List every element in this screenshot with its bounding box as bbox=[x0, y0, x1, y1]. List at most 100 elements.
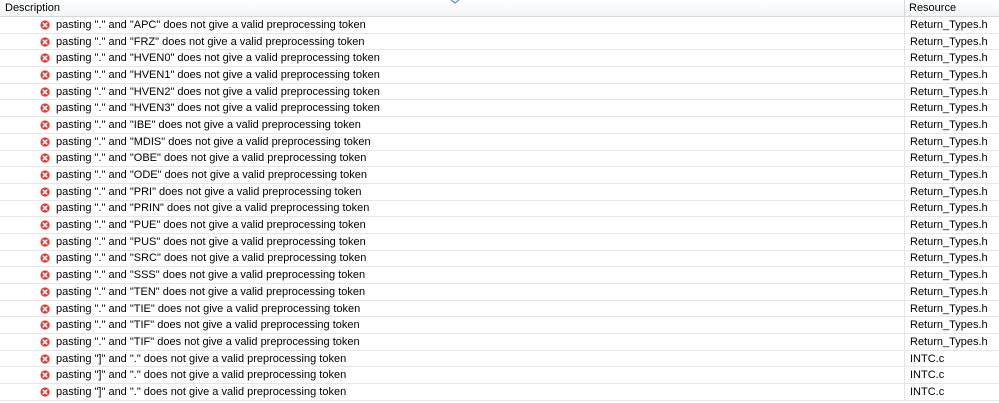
error-icon bbox=[40, 203, 50, 214]
resource-cell: Return_Types.h bbox=[910, 285, 988, 298]
problem-description: pasting "." and "ODE" does not give a va… bbox=[56, 169, 367, 182]
problem-description: pasting "." and "PRI" does not give a va… bbox=[56, 185, 362, 198]
error-icon bbox=[40, 153, 50, 163]
resource-cell: Return_Types.h bbox=[910, 185, 988, 198]
description-cell: pasting "." and "PUE" does not give a va… bbox=[0, 217, 905, 233]
sort-indicator-icon bbox=[450, 0, 460, 4]
table-row[interactable]: pasting "." and "SRC" does not give a va… bbox=[0, 250, 999, 268]
resource-cell: Return_Types.h bbox=[910, 219, 988, 232]
resource-cell: Return_Types.h bbox=[910, 252, 988, 265]
description-cell: pasting "." and "MDIS" does not give a v… bbox=[0, 133, 905, 150]
resource-cell: Return_Types.h bbox=[910, 169, 988, 182]
description-cell: pasting "." and "TEN" does not give a va… bbox=[0, 284, 905, 300]
resource-cell: Return_Types.h bbox=[910, 335, 988, 348]
description-cell: pasting "." and "OBE" does not give a va… bbox=[0, 150, 905, 167]
error-icon bbox=[40, 370, 50, 380]
error-icon bbox=[40, 36, 50, 47]
description-cell: pasting "." and "PUS" does not give a va… bbox=[0, 233, 905, 250]
problem-description: pasting "." and "PRIN" does not give a v… bbox=[56, 202, 370, 215]
problem-description: pasting "." and "FRZ" does not give a va… bbox=[56, 35, 365, 48]
table-row[interactable]: pasting "." and "HVEN1" does not give a … bbox=[0, 67, 999, 84]
description-cell: pasting "." and "TIE" does not give a va… bbox=[0, 300, 905, 317]
problem-description: pasting "." and "TEN" does not give a va… bbox=[56, 285, 366, 298]
table-row[interactable]: pasting "." and "PRI" does not give a va… bbox=[0, 183, 999, 201]
description-cell: pasting "." and "HVEN3" does not give a … bbox=[0, 100, 905, 117]
resource-cell: Return_Types.h bbox=[910, 102, 988, 115]
table-row[interactable]: pasting "." and "FRZ" does not give a va… bbox=[0, 33, 999, 51]
description-cell: pasting "]" and "." does not give a vali… bbox=[0, 367, 905, 384]
description-cell: pasting "]" and "." does not give a vali… bbox=[0, 350, 905, 367]
table-row[interactable]: pasting "." and "TEN" does not give a va… bbox=[0, 284, 999, 301]
resource-cell: Return_Types.h bbox=[910, 319, 988, 332]
error-icon bbox=[40, 137, 50, 147]
description-cell: pasting "." and "APC" does not give a va… bbox=[0, 17, 905, 33]
error-icon bbox=[40, 337, 50, 347]
problem-description: pasting "." and "SSS" does not give a va… bbox=[56, 269, 366, 282]
description-cell: pasting "]" and "." does not give a vali… bbox=[0, 384, 905, 400]
resource-cell: Return_Types.h bbox=[910, 269, 988, 282]
table-row[interactable]: pasting "." and "SSS" does not give a va… bbox=[0, 267, 999, 284]
resource-cell: Return_Types.h bbox=[910, 118, 988, 131]
description-cell: pasting "." and "HVEN1" does not give a … bbox=[0, 67, 905, 83]
problem-description: pasting "." and "OBE" does not give a va… bbox=[56, 152, 367, 165]
problem-description: pasting "." and "HVEN0" does not give a … bbox=[56, 52, 380, 65]
resource-cell: Return_Types.h bbox=[910, 152, 988, 165]
error-icon bbox=[40, 170, 50, 180]
description-cell: pasting "." and "SSS" does not give a va… bbox=[0, 267, 905, 283]
error-icon bbox=[40, 320, 50, 330]
description-cell: pasting "." and "ODE" does not give a va… bbox=[0, 167, 905, 183]
problems-table: Description Resource pasting "." and "AP… bbox=[0, 0, 999, 403]
table-header: Description Resource bbox=[0, 0, 999, 17]
description-cell: pasting "." and "TIF" does not give a va… bbox=[0, 334, 905, 350]
error-icon bbox=[40, 353, 50, 364]
table-row[interactable]: pasting "." and "TIE" does not give a va… bbox=[0, 300, 999, 318]
error-icon bbox=[40, 387, 50, 397]
table-row[interactable]: pasting "]" and "." does not give a vali… bbox=[0, 367, 999, 385]
table-row[interactable]: pasting "]" and "." does not give a vali… bbox=[0, 384, 999, 401]
problem-description: pasting "." and "APC" does not give a va… bbox=[56, 18, 366, 31]
description-cell: pasting "." and "PRIN" does not give a v… bbox=[0, 200, 905, 217]
table-row[interactable]: pasting "." and "PUS" does not give a va… bbox=[0, 233, 999, 251]
resource-cell: INTC.c bbox=[910, 385, 945, 398]
error-icon bbox=[40, 120, 50, 130]
error-icon bbox=[40, 303, 50, 314]
problem-description: pasting "]" and "." does not give a vali… bbox=[56, 352, 347, 365]
column-header-resource[interactable]: Resource bbox=[905, 0, 999, 16]
error-icon bbox=[40, 237, 50, 247]
resource-cell: Return_Types.h bbox=[910, 302, 988, 315]
problem-description: pasting "." and "TIE" does not give a va… bbox=[56, 302, 361, 315]
table-row[interactable]: pasting "]" and "." does not give a vali… bbox=[0, 350, 999, 368]
table-row[interactable]: pasting "." and "HVEN0" does not give a … bbox=[0, 50, 999, 68]
problem-description: pasting "." and "TIF" does not give a va… bbox=[56, 335, 360, 348]
error-icon bbox=[40, 86, 50, 97]
description-cell: pasting "." and "HVEN0" does not give a … bbox=[0, 50, 905, 67]
resource-cell: Return_Types.h bbox=[910, 202, 988, 215]
table-row[interactable]: pasting "." and "ODE" does not give a va… bbox=[0, 167, 999, 184]
description-cell: pasting "." and "TIF" does not give a va… bbox=[0, 317, 905, 334]
resource-cell: Return_Types.h bbox=[910, 18, 988, 31]
table-row[interactable]: pasting "." and "TIF" does not give a va… bbox=[0, 317, 999, 335]
error-icon bbox=[40, 70, 50, 80]
table-row[interactable]: pasting "." and "PUE" does not give a va… bbox=[0, 217, 999, 234]
problem-description: pasting "." and "HVEN2" does not give a … bbox=[56, 85, 380, 98]
description-cell: pasting "." and "FRZ" does not give a va… bbox=[0, 33, 905, 50]
table-row[interactable]: pasting "." and "OBE" does not give a va… bbox=[0, 150, 999, 168]
table-row[interactable]: pasting "." and "IBE" does not give a va… bbox=[0, 117, 999, 134]
resource-cell: Return_Types.h bbox=[910, 52, 988, 65]
error-icon bbox=[40, 253, 50, 264]
resource-cell: Return_Types.h bbox=[910, 35, 988, 48]
table-row[interactable]: pasting "." and "APC" does not give a va… bbox=[0, 17, 999, 34]
problem-description: pasting "." and "SRC" does not give a va… bbox=[56, 252, 367, 265]
problem-description: pasting "." and "HVEN1" does not give a … bbox=[56, 68, 380, 81]
table-row[interactable]: pasting "." and "HVEN2" does not give a … bbox=[0, 83, 999, 101]
table-row[interactable]: pasting "." and "HVEN3" does not give a … bbox=[0, 100, 999, 118]
problem-description: pasting "." and "MDIS" does not give a v… bbox=[56, 135, 371, 148]
error-icon bbox=[40, 220, 50, 230]
resource-cell: Return_Types.h bbox=[910, 68, 988, 81]
resource-cell: Return_Types.h bbox=[910, 135, 988, 148]
table-row[interactable]: pasting "." and "PRIN" does not give a v… bbox=[0, 200, 999, 218]
table-row[interactable]: pasting "." and "MDIS" does not give a v… bbox=[0, 133, 999, 151]
table-row[interactable]: pasting "." and "TIF" does not give a va… bbox=[0, 334, 999, 351]
error-icon bbox=[40, 20, 50, 30]
resource-cell: INTC.c bbox=[910, 369, 945, 382]
